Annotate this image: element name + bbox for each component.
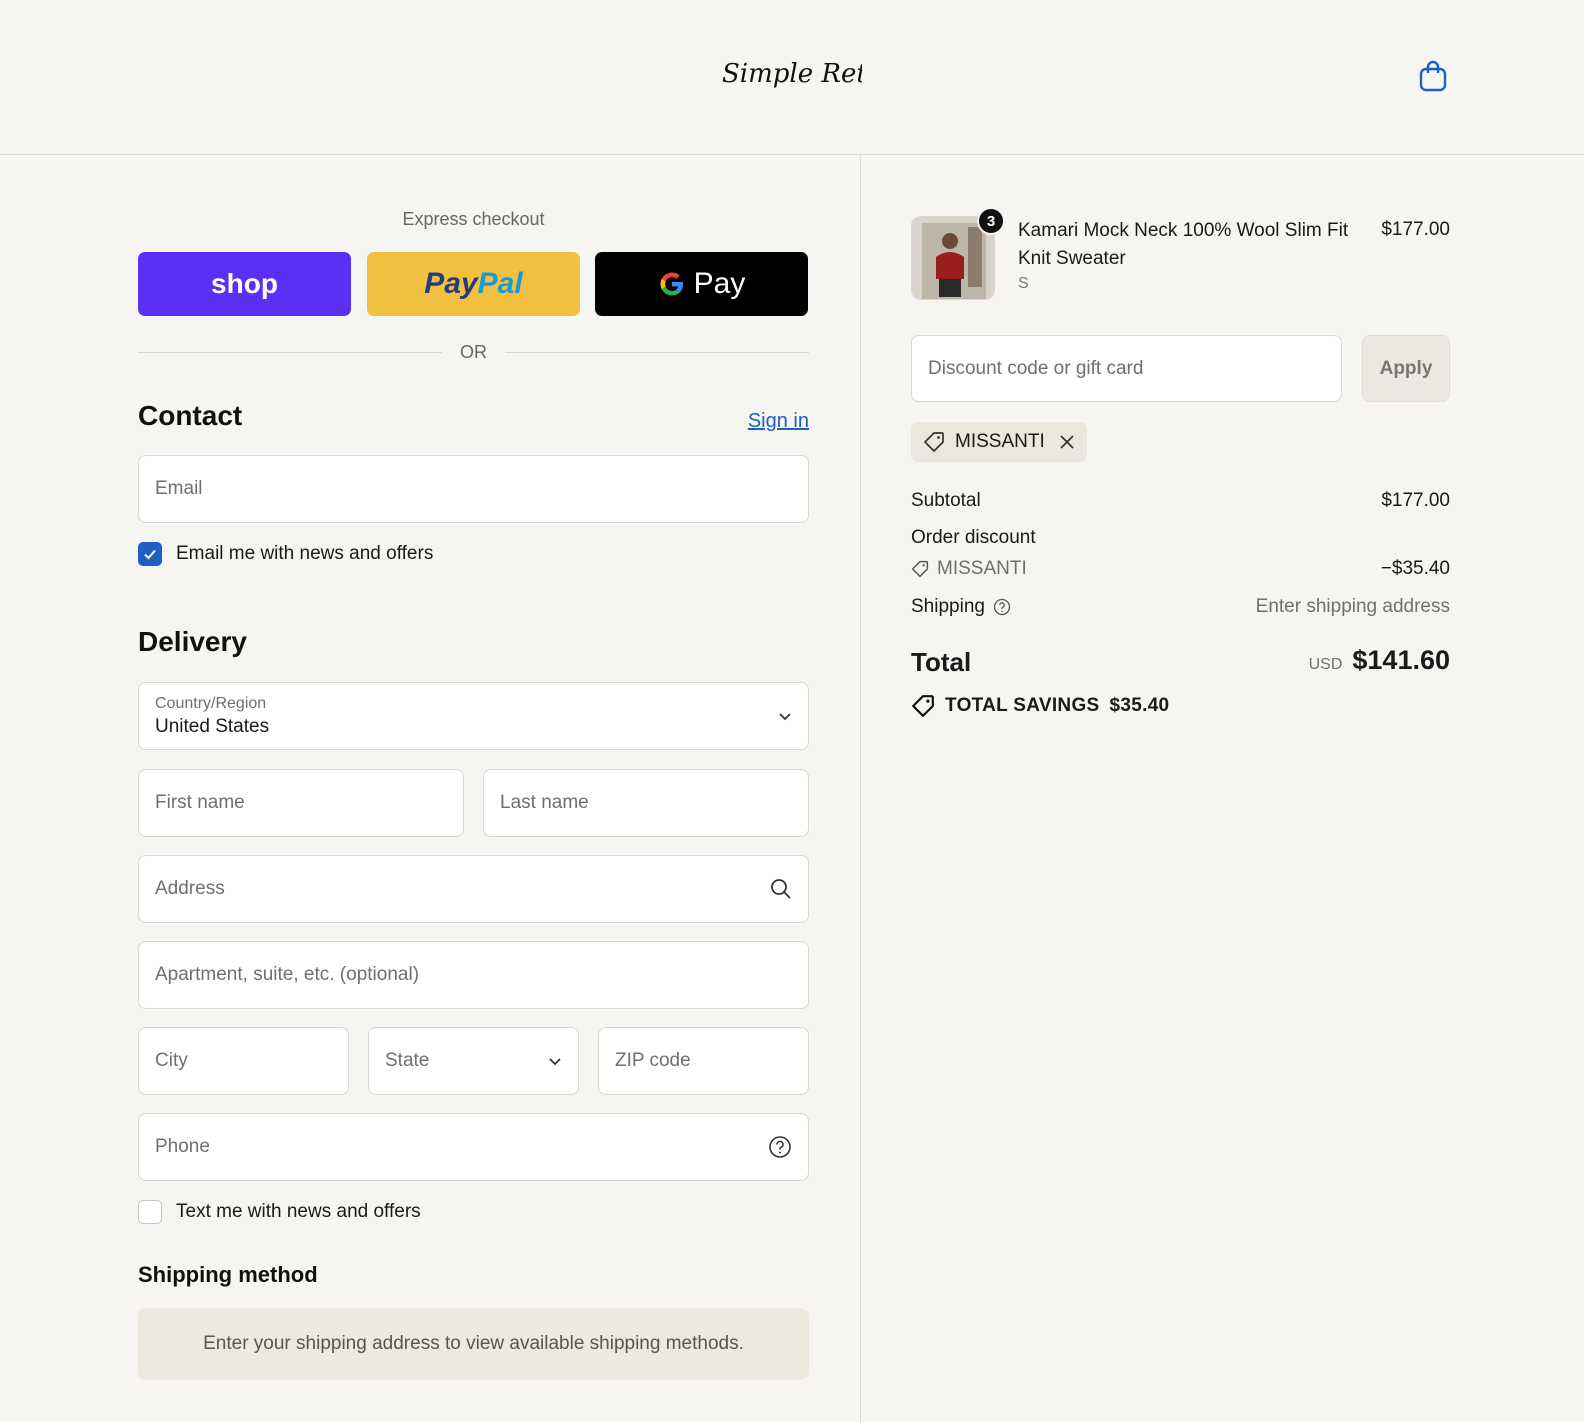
order-discount-label: Order discount	[911, 527, 1036, 548]
header: Simple Retro	[0, 0, 1584, 155]
applied-code-text: MISSANTI	[955, 431, 1045, 452]
search-icon[interactable]	[770, 878, 792, 900]
email-news-label: Email me with news and offers	[176, 543, 434, 564]
discount-code-row: MISSANTI −$35.40	[911, 558, 1450, 580]
sms-news-checkbox[interactable]	[138, 1200, 162, 1224]
shipping-value: Enter shipping address	[1255, 596, 1450, 617]
tag-icon	[924, 432, 944, 452]
applied-code-chip: MISSANTI	[911, 422, 1087, 462]
delivery-heading: Delivery	[138, 626, 247, 657]
shipping-notice-text: Enter your shipping address to view avai…	[203, 1333, 744, 1354]
sign-in-link[interactable]: Sign in	[748, 410, 809, 433]
country-label: Country/Region	[155, 694, 267, 712]
sms-news-option: Text me with news and offers	[138, 1200, 421, 1224]
remove-code-button[interactable]	[1059, 434, 1075, 450]
last-name-placeholder: Last name	[500, 792, 589, 813]
order-discount-row: Order discount	[911, 527, 1450, 549]
subtotal-label: Subtotal	[911, 490, 981, 511]
total-value-group: USD $141.60	[1309, 645, 1450, 676]
shipping-method-heading: Shipping method	[138, 1262, 318, 1287]
apply-button[interactable]: Apply	[1362, 335, 1450, 402]
zip-code-placeholder: ZIP code	[615, 1050, 691, 1071]
shipping-label: Shipping	[911, 596, 985, 617]
first-name-placeholder: First name	[155, 792, 245, 813]
shop-pay-label: shop	[211, 268, 278, 299]
quantity-badge: 3	[977, 207, 1005, 235]
tag-icon	[911, 560, 929, 578]
discount-value: −$35.40	[1380, 558, 1450, 579]
shipping-row: Shipping Enter shipping address	[911, 596, 1450, 618]
contact-heading: Contact	[138, 400, 243, 431]
product-variant: S	[1018, 275, 1029, 292]
country-select[interactable]: Country/Region United States	[138, 682, 809, 750]
help-circle-icon[interactable]	[768, 1135, 792, 1159]
product-price: $177.00	[1381, 219, 1450, 240]
total-savings: TOTAL SAVINGS $35.40	[911, 694, 1169, 718]
paypal-label-pay: Pay	[424, 267, 478, 300]
sms-news-label: Text me with news and offers	[176, 1201, 421, 1222]
discount-code-name: MISSANTI	[937, 558, 1027, 579]
discount-code-input[interactable]: Discount code or gift card	[911, 335, 1342, 402]
or-label: OR	[460, 341, 487, 362]
column-divider	[860, 155, 861, 1422]
shipping-method-notice: Enter your shipping address to view avai…	[138, 1308, 809, 1380]
email-field[interactable]: Email	[138, 455, 809, 523]
shop-pay-button[interactable]: shop	[138, 252, 351, 316]
tag-icon	[912, 695, 934, 717]
total-label: Total	[911, 647, 972, 677]
first-name-field[interactable]: First name	[138, 769, 464, 837]
email-news-option: Email me with news and offers	[138, 542, 433, 566]
discount-placeholder: Discount code or gift card	[928, 357, 1144, 379]
chevron-down-icon	[549, 1058, 561, 1066]
google-pay-label: Pay	[693, 267, 746, 300]
apartment-placeholder: Apartment, suite, etc. (optional)	[155, 964, 420, 985]
zip-code-field[interactable]: ZIP code	[598, 1027, 809, 1095]
subtotal-row: Subtotal $177.00	[911, 490, 1450, 512]
country-value: United States	[155, 715, 270, 737]
google-pay-button[interactable]: Pay	[595, 252, 808, 316]
currency-code: USD	[1308, 656, 1343, 673]
total-value: $141.60	[1352, 645, 1450, 675]
product-name: Kamari Mock Neck 100% Wool Slim Fit Knit…	[1018, 220, 1349, 269]
paypal-label-pal: Pal	[477, 267, 523, 300]
subtotal-value: $177.00	[1381, 490, 1450, 511]
state-select[interactable]: State	[368, 1027, 579, 1095]
help-circle-icon[interactable]	[993, 598, 1011, 616]
city-field[interactable]: City	[138, 1027, 349, 1095]
email-news-checkbox[interactable]	[138, 542, 162, 566]
store-logo[interactable]: Simple Retro	[722, 52, 862, 102]
checkmark-icon	[144, 549, 156, 560]
state-placeholder: State	[385, 1050, 430, 1071]
city-placeholder: City	[155, 1050, 188, 1071]
address-field[interactable]: Address	[138, 855, 809, 923]
address-placeholder: Address	[155, 878, 225, 899]
svg-text:Simple Retro: Simple Retro	[722, 59, 862, 89]
express-checkout-title: Express checkout	[402, 209, 545, 229]
shopping-bag-icon[interactable]	[1418, 60, 1448, 92]
apartment-field[interactable]: Apartment, suite, etc. (optional)	[138, 941, 809, 1009]
close-icon	[1060, 435, 1074, 449]
or-divider: OR	[138, 340, 809, 364]
savings-label: TOTAL SAVINGS	[945, 695, 1100, 716]
chevron-down-icon	[779, 713, 791, 721]
email-placeholder: Email	[155, 478, 203, 499]
phone-field[interactable]: Phone	[138, 1113, 809, 1181]
paypal-button[interactable]: Pay Pal	[367, 252, 580, 316]
savings-value: $35.40	[1109, 695, 1170, 716]
phone-placeholder: Phone	[155, 1136, 210, 1157]
google-g-icon	[660, 272, 683, 296]
last-name-field[interactable]: Last name	[483, 769, 809, 837]
